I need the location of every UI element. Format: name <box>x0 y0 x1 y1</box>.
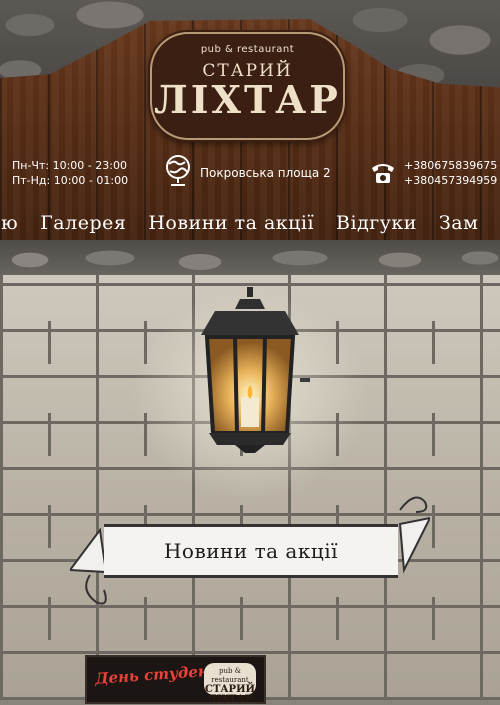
news-card-logo-tag: pub & restaurant <box>211 667 249 684</box>
opening-hours: Пн-Чт: 10:00 - 23:00 Пт-Нд: 10:00 - 01:0… <box>12 158 128 188</box>
nav-item-gallery[interactable]: Галерея <box>40 212 126 234</box>
nav-item-reviews[interactable]: Відгуки <box>336 212 417 234</box>
site-logo[interactable]: pub & restaurant СТАРИЙ ЛІХТАР <box>150 32 345 140</box>
hours-weekdays: Пн-Чт: 10:00 - 23:00 <box>12 159 127 172</box>
phone-2[interactable]: +380457394959 <box>404 173 497 188</box>
news-card-image[interactable]: День студента pub & restaurant СТАРИЙ ЛІ… <box>85 655 266 705</box>
logo-tagline: pub & restaurant <box>200 44 295 55</box>
stone-divider <box>0 240 500 275</box>
hours-weekend: Пт-Нд: 10:00 - 01:00 <box>12 174 129 187</box>
section-title: Новини та акції <box>104 524 398 578</box>
logo-line2: ЛІХТАР <box>154 77 341 122</box>
site-header: pub & restaurant СТАРИЙ ЛІХТАР Пн-Чт: 10… <box>0 0 500 275</box>
phone-icon <box>372 164 394 183</box>
nav-item-menu[interactable]: ню <box>0 212 18 234</box>
nav-item-order[interactable]: Зам <box>439 212 478 234</box>
section-banner: Новини та акції <box>70 490 430 610</box>
address-text[interactable]: Покровська площа 2 <box>200 166 331 181</box>
globe-icon <box>166 155 190 186</box>
nav-item-news[interactable]: Новини та акції <box>148 212 314 234</box>
news-card-logo: pub & restaurant СТАРИЙ ЛІХТАР <box>204 663 256 705</box>
news-card-logo-text: СТАРИЙ ЛІХТАР <box>205 684 255 705</box>
phone-1[interactable]: +380675839675 <box>404 158 497 173</box>
phone-list: +380675839675 +380457394959 <box>404 158 497 188</box>
lantern-image <box>201 287 310 453</box>
